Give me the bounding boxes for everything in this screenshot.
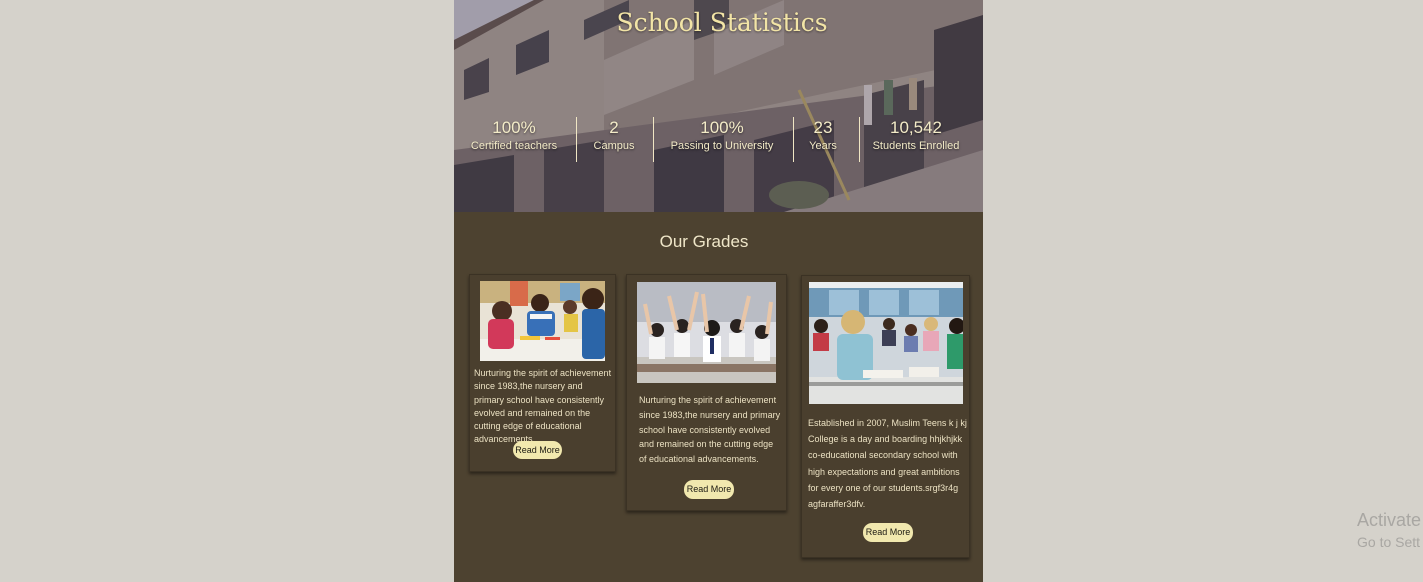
read-more-button[interactable]: Read More [684, 480, 734, 499]
stat-value: 2 [609, 118, 619, 137]
grade-card-description: Nurturing the spirit of achievement sinc… [474, 368, 612, 445]
stat-label: Passing to University [670, 140, 774, 152]
grade-card-description: Established in 2007, Muslim Teens k j kj… [808, 418, 967, 510]
stat-students-enrolled: 10,542 Students Enrolled [866, 117, 966, 153]
students-studying-image [809, 282, 963, 404]
stat-label: Students Enrolled [872, 140, 960, 152]
page-container: School Statistics 100% Certified teacher… [454, 0, 983, 582]
grade-card-primary: Nurturing the spirit of achievement sinc… [626, 274, 787, 511]
stat-divider [793, 117, 794, 162]
watermark-title: Activate [1357, 510, 1422, 530]
stat-campus: 2 Campus [582, 117, 646, 153]
stat-value: 100% [700, 118, 744, 137]
stat-passing-university: 100% Passing to University [664, 117, 780, 153]
stat-years: 23 Years [800, 117, 846, 153]
stat-value: 10,542 [890, 118, 942, 137]
grades-section-title: Our Grades [659, 232, 749, 251]
children-classroom-image [480, 281, 605, 361]
grade-card-description: Nurturing the spirit of achievement sinc… [639, 395, 781, 465]
stat-value: 23 [813, 118, 833, 137]
grade-card-college: Established in 2007, Muslim Teens k j kj… [801, 275, 970, 558]
read-more-button[interactable]: Read More [513, 441, 562, 459]
stat-divider [859, 117, 860, 162]
grade-card-nursery: Nurturing the spirit of achievement sinc… [469, 274, 616, 472]
stat-label: Years [809, 140, 837, 152]
stat-label: Campus [593, 140, 635, 152]
stat-certified-teachers: 100% Certified teachers [466, 117, 562, 153]
hero-banner: School Statistics 100% Certified teacher… [454, 0, 983, 212]
hero-title: School Statistics [616, 8, 828, 37]
read-more-button[interactable]: Read More [863, 523, 913, 542]
watermark-subtitle: Go to Sett [1357, 534, 1421, 550]
stat-divider [576, 117, 577, 162]
stats-bar: 100% Certified teachers 2 Campus 100% Pa… [454, 117, 983, 162]
students-raising-hands-image [637, 282, 776, 383]
stat-label: Certified teachers [470, 140, 558, 152]
stat-value: 100% [492, 118, 536, 137]
windows-activation-watermark: Activate Go to Sett [1357, 510, 1421, 550]
stat-divider [653, 117, 654, 162]
